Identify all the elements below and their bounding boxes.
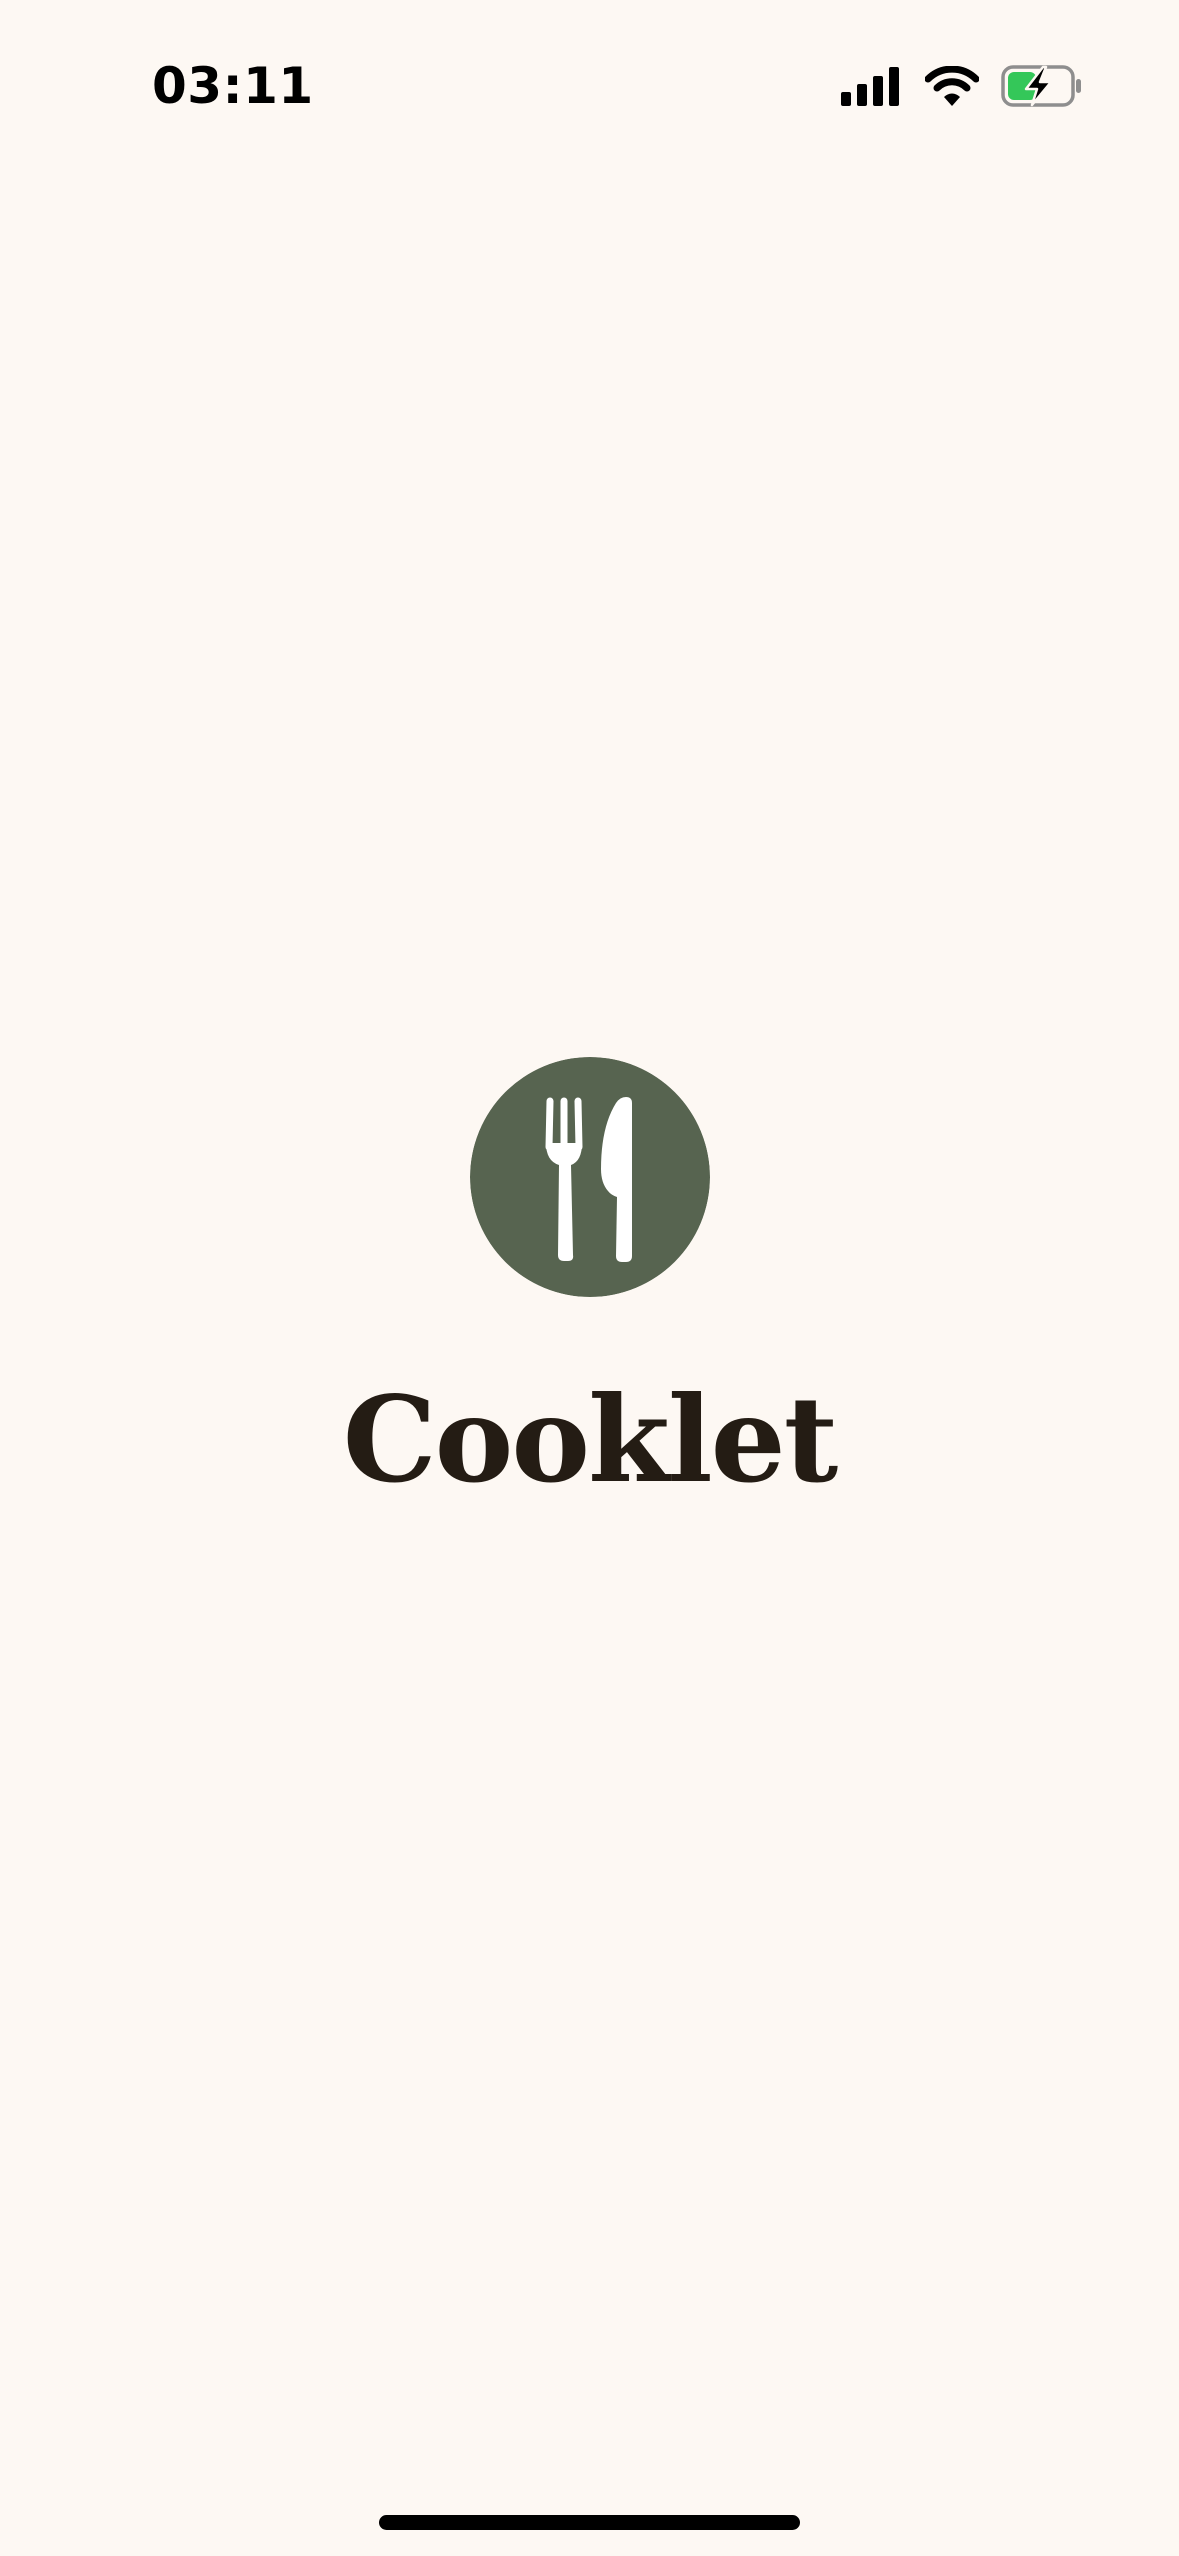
home-indicator[interactable] <box>379 2515 800 2530</box>
battery-charging-icon <box>1001 65 1081 107</box>
app-name: Cooklet <box>342 1370 839 1509</box>
status-time: 03:11 <box>152 57 314 115</box>
wifi-icon <box>925 66 979 106</box>
signal-bars-icon <box>841 67 899 106</box>
status-icons <box>841 62 1083 110</box>
fork-knife-icon <box>470 1057 710 1297</box>
app-logo <box>470 1057 710 1297</box>
status-bar: 03:11 <box>0 0 1179 175</box>
